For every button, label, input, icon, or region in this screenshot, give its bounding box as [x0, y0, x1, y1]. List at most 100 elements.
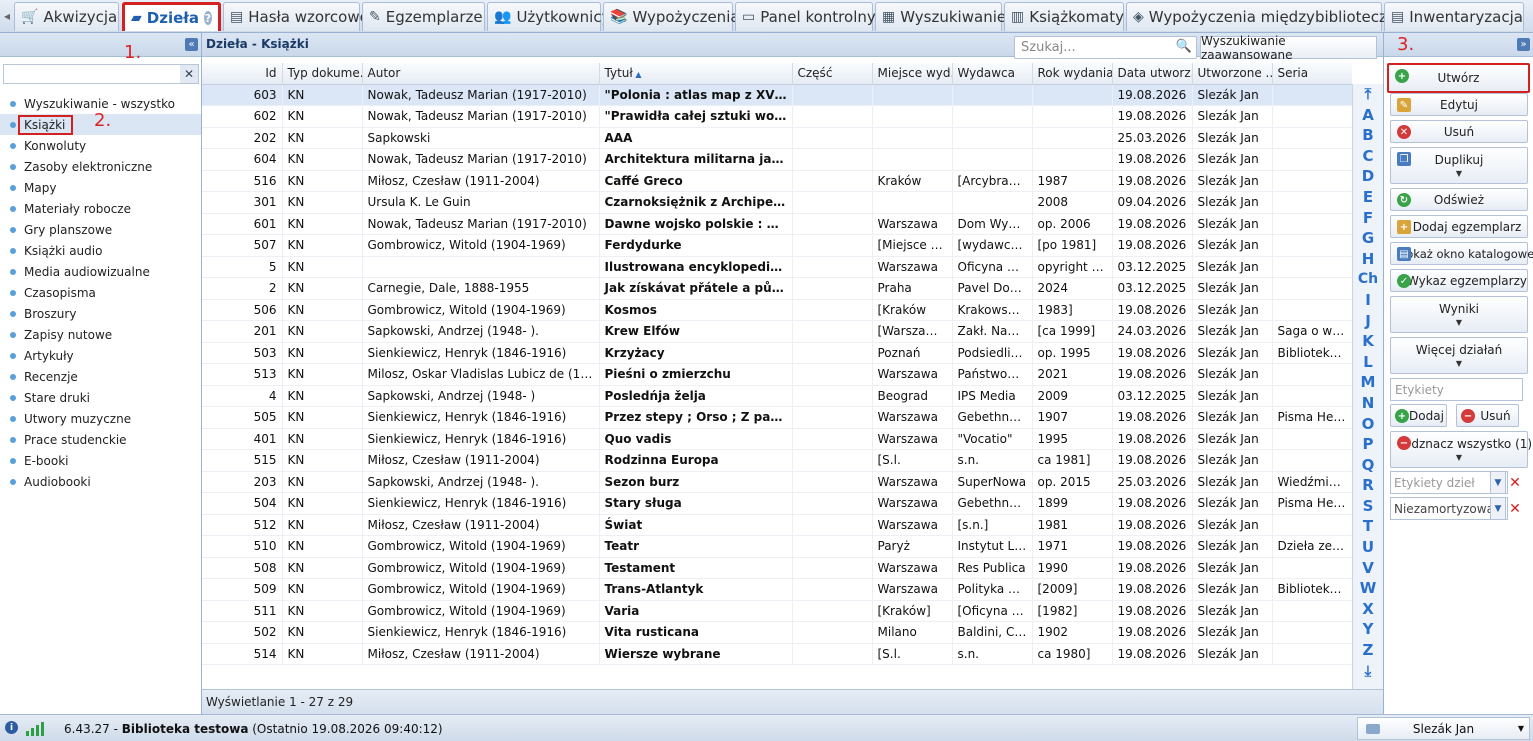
show-catalog-button[interactable]: ▤ Pokaż okno katalogowe — [1390, 242, 1533, 265]
table-row[interactable]: 516 KN Miłosz, Czesław (1911-2004) Caffé Gr… — [202, 170, 1352, 192]
table-row[interactable]: 509 KN Gombrowicz, Witold (1904-1969) Trans… — [202, 578, 1352, 601]
alphabet-letter[interactable]: P — [1353, 434, 1383, 455]
alphabet-letter[interactable]: ⤓ — [1353, 661, 1383, 682]
table-row[interactable]: 502 KN Sienkiewicz, Henryk (1846-1916) Vita… — [202, 621, 1352, 644]
clear-filter-icon[interactable]: ✕ — [180, 65, 198, 83]
alphabet-letter[interactable]: T — [1353, 516, 1383, 537]
table-row[interactable]: 504 KN Sienkiewicz, Henryk (1846-1916) Star… — [202, 492, 1352, 515]
alphabet-letter[interactable]: O — [1353, 414, 1383, 435]
tab-wypozyczenia[interactable]: 📚 Wypożyczenia — [603, 2, 740, 31]
table-row[interactable]: 201 KN Sapkowski, Andrzej (1948- ). Krew El… — [202, 320, 1352, 343]
collapse-left-icon[interactable]: « — [185, 38, 198, 51]
sidebar-item[interactable]: Artykuły — [0, 345, 201, 366]
alphabet-letter[interactable]: B — [1353, 125, 1383, 146]
table-row[interactable]: 602 KN Nowak, Tadeusz Marian (1917-2010) "P… — [202, 105, 1352, 128]
table-row[interactable]: 203 KN Sapkowski, Andrzej (1948- ). Sezon b… — [202, 471, 1352, 493]
alphabet-letter[interactable]: R — [1353, 475, 1383, 496]
sidebar-item[interactable]: Czasopisma — [0, 282, 201, 303]
table-row[interactable]: 603 KN Nowak, Tadeusz Marian (1917-2010) "P… — [202, 84, 1352, 106]
alphabet-letter[interactable]: L — [1353, 352, 1383, 373]
tab-panel-kontrolny[interactable]: ▭ Panel kontrolny — [735, 2, 876, 31]
alphabet-letter[interactable]: X — [1353, 599, 1383, 620]
alphabet-letter[interactable]: C — [1353, 146, 1383, 167]
tab-akwizycja[interactable]: 🛒 Akwizycja — [14, 2, 119, 31]
alphabet-letter[interactable]: Y — [1353, 619, 1383, 640]
column-header[interactable]: Data utworz... — [1112, 63, 1193, 85]
table-row[interactable]: 301 KN Ursula K. Le Guin Czarnoksiężnik z A… — [202, 191, 1352, 214]
alphabet-letter[interactable]: ⤒ — [1353, 84, 1383, 105]
alphabet-letter[interactable]: A — [1353, 105, 1383, 126]
table-row[interactable]: 512 KN Miłosz, Czesław (1911-2004) Świat War… — [202, 514, 1352, 536]
remove-tag-button[interactable]: − Usuń — [1456, 404, 1519, 427]
tab-uzytkownicy[interactable]: 👥 Użytkownicy — [487, 2, 610, 31]
column-header[interactable]: Id — [202, 63, 283, 85]
table-row[interactable]: 514 KN Miłosz, Czesław (1911-2004) Wiersze … — [202, 643, 1352, 665]
column-header[interactable]: Utworzone ... — [1192, 63, 1273, 85]
table-row[interactable]: 508 KN Gombrowicz, Witold (1904-1969) Testa… — [202, 557, 1352, 579]
table-row[interactable]: 202 KN Sapkowski AAA 25.03.2026 Slezák Jan — [202, 127, 1352, 149]
results-button[interactable]: Wyniki ▼ — [1390, 296, 1528, 333]
help-icon[interactable]: ? — [203, 11, 212, 25]
table-row[interactable]: 601 KN Nowak, Tadeusz Marian (1917-2010) Da… — [202, 213, 1352, 235]
column-header[interactable]: Rok wydania — [1032, 63, 1113, 85]
table-row[interactable]: 507 KN Gombrowicz, Witold (1904-1969) Ferdy… — [202, 234, 1352, 257]
advanced-search-button[interactable]: Wyszukiwanie zaawansowane — [1200, 34, 1377, 62]
sidebar-item[interactable]: Konwoluty — [0, 135, 201, 156]
tab-wyszukiwanie[interactable]: ▦ Wyszukiwanie — [875, 2, 1006, 31]
column-header[interactable]: Autor — [362, 63, 600, 85]
copies-list-button[interactable]: ✓ Wykaz egzemplarzy — [1390, 269, 1528, 292]
sidebar-item[interactable]: Stare druki — [0, 387, 201, 408]
create-button[interactable]: + Utwórz — [1387, 63, 1530, 93]
edit-button[interactable]: ✎ Edytuj — [1390, 93, 1528, 116]
sidebar-item[interactable]: Materiały robocze — [0, 198, 201, 219]
sidebar-item[interactable]: Broszury — [0, 303, 201, 324]
column-header[interactable]: Wydawca — [952, 63, 1033, 85]
table-row[interactable]: 5KN Ilustrowana encyklopedia bibli... Wars… — [202, 256, 1352, 278]
column-header[interactable]: Typ dokume... — [282, 63, 363, 85]
chevron-down-icon[interactable]: ▼ — [1490, 497, 1506, 520]
sidebar-item[interactable]: Prace studenckie — [0, 429, 201, 450]
search-input[interactable]: Szukaj... 🔍 — [1014, 36, 1197, 59]
table-row[interactable]: 511 KN Gombrowicz, Witold (1904-1969) Varia… — [202, 600, 1352, 622]
alphabet-letter[interactable]: Q — [1353, 455, 1383, 476]
column-header[interactable]: Tytuł ▲ — [599, 63, 793, 85]
clear-icon[interactable]: ✕ — [1507, 497, 1523, 520]
table-row[interactable]: 2 KN Carnegie, Dale, 1888-1955 Jak získávat… — [202, 277, 1352, 300]
sidebar-item[interactable]: Gry planszowe — [0, 219, 201, 240]
category-filter-input[interactable]: ✕ — [3, 64, 199, 84]
alphabet-letter[interactable]: M — [1353, 372, 1383, 393]
tab-scroll-left-icon[interactable]: ◂ — [0, 5, 14, 27]
duplicate-button[interactable]: ❐ Duplikuj ▼ — [1390, 147, 1528, 184]
column-header[interactable]: Seria — [1272, 63, 1352, 85]
sidebar-item[interactable]: Zasoby elektroniczne — [0, 156, 201, 177]
table-row[interactable]: 513 KN Milosz, Oskar Vladislas Lubicz de (… — [202, 363, 1352, 386]
sidebar-item[interactable]: Audiobooki — [0, 471, 201, 492]
sidebar-item[interactable]: Utwory muzyczne — [0, 408, 201, 429]
alphabet-letter[interactable]: U — [1353, 537, 1383, 558]
uncheck-all-button[interactable]: − Odznacz wszystko (1) ▼ — [1390, 431, 1532, 468]
clear-icon[interactable]: ✕ — [1507, 471, 1523, 494]
chevron-down-icon[interactable]: ▼ — [1490, 471, 1506, 494]
info-icon[interactable]: i — [5, 721, 18, 734]
alphabet-letter[interactable]: G — [1353, 228, 1383, 249]
alphabet-letter[interactable]: I — [1353, 290, 1383, 311]
tab-dziela[interactable]: ▰ Dzieła ? — [122, 2, 221, 31]
sidebar-item[interactable]: Mapy — [0, 177, 201, 198]
sidebar-item[interactable]: Zapisy nutowe — [0, 324, 201, 345]
tab-hasla-wzorcowe[interactable]: ▤ Hasła wzorcowe — [223, 2, 369, 31]
table-row[interactable]: 401 KN Sienkiewicz, Henryk (1846-1916) Quo … — [202, 428, 1352, 450]
alphabet-letter[interactable]: Z — [1353, 640, 1383, 661]
alphabet-letter[interactable]: Ch — [1353, 269, 1383, 290]
add-tag-button[interactable]: + Dodaj — [1390, 404, 1447, 427]
alphabet-letter[interactable]: E — [1353, 187, 1383, 208]
alphabet-letter[interactable]: N — [1353, 393, 1383, 414]
add-copy-button[interactable]: + Dodaj egzemplarz — [1390, 215, 1528, 238]
tab-inwentaryzacja[interactable]: ▤ Inwentaryzacja — [1384, 2, 1524, 31]
column-header[interactable]: Miejsce wyd... — [872, 63, 953, 85]
table-row[interactable]: 515 KN Miłosz, Czesław (1911-2004) Rodzinna… — [202, 449, 1352, 472]
table-row[interactable]: 604 KN Nowak, Tadeusz Marian (1917-2010) Ar… — [202, 148, 1352, 171]
alphabet-letter[interactable]: F — [1353, 208, 1383, 229]
alphabet-letter[interactable]: H — [1353, 249, 1383, 270]
user-menu-button[interactable]: Slezák Jan ▼ — [1357, 717, 1530, 740]
alphabet-letter[interactable]: K — [1353, 331, 1383, 352]
